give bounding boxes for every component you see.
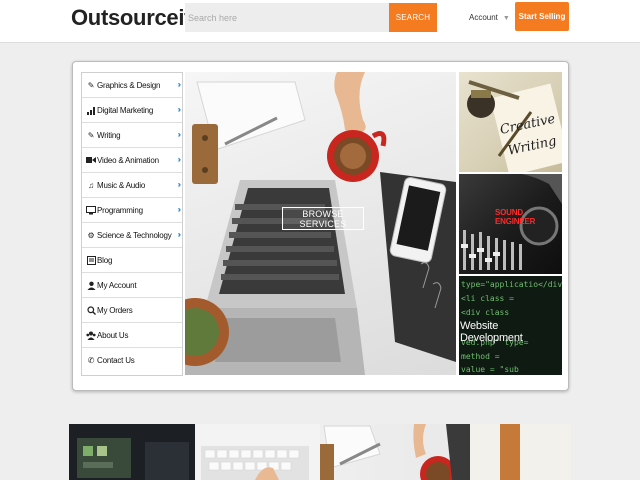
- sidebar-item-programming[interactable]: Programming ››: [82, 198, 182, 223]
- chevron-down-icon: ▼: [502, 15, 510, 22]
- start-selling-button[interactable]: Start Selling: [515, 2, 569, 31]
- monitor-icon: [86, 205, 96, 215]
- code-line: <li class =: [461, 294, 514, 303]
- sidebar-item-label: Programming: [97, 205, 143, 215]
- site-header: Outsourceit SEARCH Account ▼ Start Sellin…: [0, 0, 640, 43]
- phone-icon: ✆: [87, 356, 95, 365]
- browse-services-button[interactable]: BROWSE SERVICES: [282, 207, 364, 230]
- site-logo[interactable]: Outsourceit: [71, 5, 191, 31]
- video-editing-image[interactable]: [69, 424, 195, 480]
- monitor-illustration: [77, 438, 189, 480]
- code-line: type="applicatio</div>: [461, 280, 562, 289]
- sidebar-item-label: Graphics & Design: [97, 80, 161, 90]
- sidebar-item-science-technology[interactable]: ⚙ Science & Technology ››: [82, 223, 182, 248]
- sidebar-item-label: Music & Audio: [97, 180, 146, 190]
- chevron-right-icon: ››: [177, 230, 182, 239]
- group-icon: [86, 330, 96, 340]
- sidebar-item-digital-marketing[interactable]: Digital Marketing ››: [82, 98, 182, 123]
- sidebar-item-my-orders[interactable]: My Orders: [82, 298, 182, 323]
- sidebar-item-video-animation[interactable]: Video & Animation ››: [82, 148, 182, 173]
- code-line: <div class: [461, 308, 510, 317]
- chevron-right-icon: ››: [177, 180, 182, 189]
- category-sidebar: ✎ Graphics & Design ›› Digital Marketing…: [81, 72, 183, 376]
- sidebar-item-graphics-design[interactable]: ✎ Graphics & Design ››: [82, 73, 182, 98]
- sidebar-item-label: Science & Technology: [97, 230, 172, 240]
- keyboard-illustration: [201, 446, 309, 480]
- chevron-right-icon: ››: [177, 105, 182, 114]
- sidebar-item-contact-us[interactable]: ✆ Contact Us: [82, 348, 182, 373]
- sidebar-item-writing[interactable]: ✎ Writing ››: [82, 123, 182, 148]
- sidebar-item-label: About Us: [97, 330, 129, 340]
- sound-engineer-tile[interactable]: SOUND ENGINEER: [459, 174, 562, 274]
- chevron-right-icon: ››: [177, 155, 182, 164]
- sidebar-item-label: Video & Animation: [97, 155, 159, 165]
- account-menu[interactable]: Account ▼: [469, 13, 510, 22]
- sidebar-item-about-us[interactable]: About Us: [82, 323, 182, 348]
- music-icon: ♫: [88, 180, 94, 190]
- search-icon: [86, 305, 96, 315]
- video-camera-icon: [86, 155, 96, 165]
- sidebar-item-label: Digital Marketing: [97, 105, 154, 115]
- sound-engineer-text: SOUND ENGINEER: [495, 208, 536, 226]
- website-development-tile[interactable]: type="applicatio</div> <li class = <div …: [459, 276, 562, 375]
- bar-chart-icon: [86, 105, 96, 115]
- sidebar-item-label: Writing: [97, 130, 121, 140]
- keyboard-image[interactable]: [195, 424, 320, 480]
- desk-illustration: [320, 424, 571, 480]
- user-icon: [86, 280, 96, 290]
- account-label: Account: [469, 13, 498, 22]
- search-input[interactable]: [185, 3, 389, 32]
- sidebar-item-my-account[interactable]: My Account: [82, 273, 182, 298]
- chevron-right-icon: ››: [177, 80, 182, 89]
- pencil-square-icon: ✎: [87, 130, 95, 140]
- pencil-square-icon: ✎: [87, 80, 95, 90]
- website-development-text: Website Development: [460, 320, 523, 344]
- search-button[interactable]: SEARCH: [389, 3, 437, 32]
- gear-icon: ⚙: [87, 230, 95, 240]
- sidebar-item-label: Contact Us: [97, 356, 135, 365]
- sidebar-item-label: My Orders: [97, 305, 133, 315]
- sidebar-item-label: My Account: [97, 280, 137, 290]
- workspace-image[interactable]: [320, 424, 571, 480]
- sidebar-item-music-audio[interactable]: ♫ Music & Audio ››: [82, 173, 182, 198]
- sidebar-item-blog[interactable]: Blog: [82, 248, 182, 273]
- featured-images-strip: [69, 424, 571, 480]
- code-line: value = "sub: [461, 365, 519, 374]
- chevron-right-icon: ››: [177, 205, 182, 214]
- chevron-right-icon: ››: [177, 130, 182, 139]
- creative-writing-tile[interactable]: Creative Writing: [459, 72, 562, 172]
- sidebar-item-label: Blog: [97, 255, 113, 265]
- code-line: method =: [461, 352, 500, 361]
- blog-icon: [86, 255, 96, 265]
